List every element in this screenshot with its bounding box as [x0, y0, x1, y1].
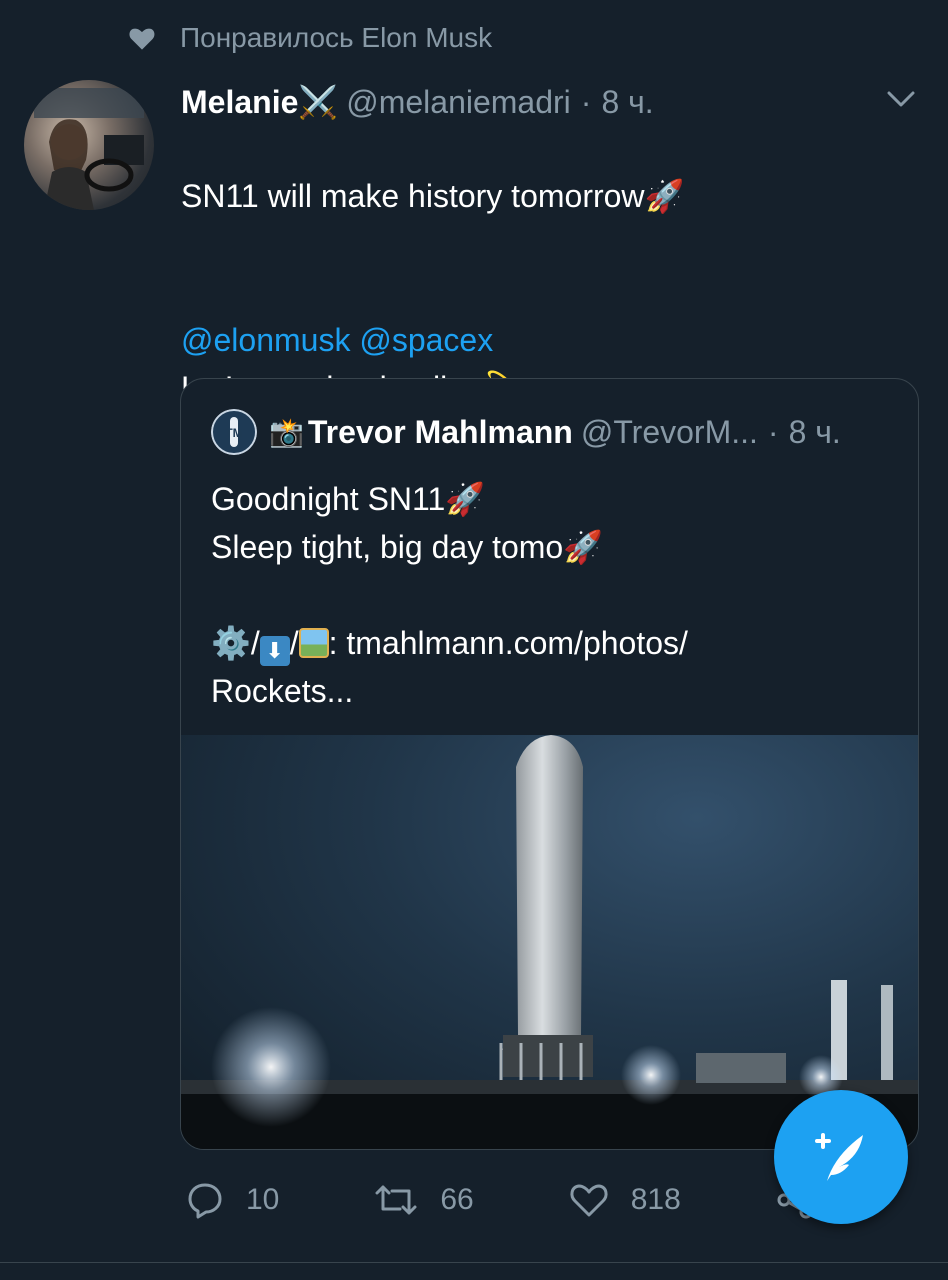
compose-tweet-icon: [815, 1133, 863, 1181]
reply-icon: [188, 1183, 222, 1219]
avatar[interactable]: [24, 80, 154, 210]
reply-count: 10: [246, 1183, 280, 1216]
link-text-cont[interactable]: Rockets...: [211, 667, 688, 715]
divider: [0, 1262, 948, 1263]
separator-dot: ·: [580, 83, 592, 120]
gear-icon: ⚙️: [211, 625, 251, 661]
retweet-button[interactable]: 66: [374, 1183, 474, 1217]
action-bar: 10 66 818: [186, 1178, 838, 1222]
quote-display-name: Trevor Mahlmann: [307, 413, 573, 450]
camera-emoji: 📸: [269, 416, 304, 448]
download-arrow-icon: ⬇: [259, 636, 290, 666]
social-context-text: Понравилось Elon Musk: [180, 22, 493, 53]
social-context: Понравилось Elon Musk: [128, 18, 492, 58]
compose-tweet-button[interactable]: [774, 1090, 908, 1224]
mention-link[interactable]: @spacex: [359, 322, 493, 358]
separator-dot: ·: [767, 413, 779, 450]
handle[interactable]: @melaniemadri: [346, 84, 571, 121]
picture-icon: [298, 628, 329, 658]
heart-icon: [129, 28, 155, 50]
quote-link-line: ⚙️/⬇ /: tmahlmann.com/photos/ Rockets...: [211, 619, 688, 715]
quote-text: Goodnight SN11🚀 Sleep tight, big day tom…: [211, 481, 604, 565]
like-count: 818: [630, 1183, 681, 1216]
timestamp[interactable]: 8 ч.: [601, 84, 653, 121]
quote-header: TM 📸 Trevor Mahlmann @TrevorM... · 8 ч.: [211, 407, 901, 457]
link-text[interactable]: : tmahlmann.com/photos/: [329, 625, 688, 661]
name-emoji: ⚔️: [298, 84, 339, 120]
quoted-tweet-card[interactable]: TM 📸 Trevor Mahlmann @TrevorM... · 8 ч. …: [180, 378, 919, 1150]
reply-button[interactable]: 10: [186, 1181, 279, 1219]
display-name[interactable]: Melanie: [181, 84, 298, 121]
like-button[interactable]: 818: [569, 1182, 681, 1218]
like-icon: [570, 1184, 608, 1217]
rocket-photo: [181, 735, 918, 1149]
quote-handle: @TrevorM...: [580, 413, 758, 450]
avatar-photo: [34, 88, 144, 210]
tweet-header: Melanie ⚔️ @melaniemadri · 8 ч.: [181, 80, 654, 124]
svg-text:TM: TM: [225, 426, 242, 440]
tweet-text-line1: SN11 will make history tomorrow🚀: [181, 178, 685, 214]
quote-avatar[interactable]: TM: [211, 409, 257, 455]
mention-link[interactable]: @elonmusk: [181, 322, 350, 358]
retweet-count: 66: [440, 1183, 474, 1216]
retweet-icon: [375, 1185, 417, 1215]
chevron-down-icon[interactable]: [886, 88, 916, 110]
quote-image[interactable]: [181, 735, 918, 1149]
quote-timestamp: 8 ч.: [788, 413, 841, 450]
mentions: @elonmusk @spacex: [181, 316, 493, 364]
